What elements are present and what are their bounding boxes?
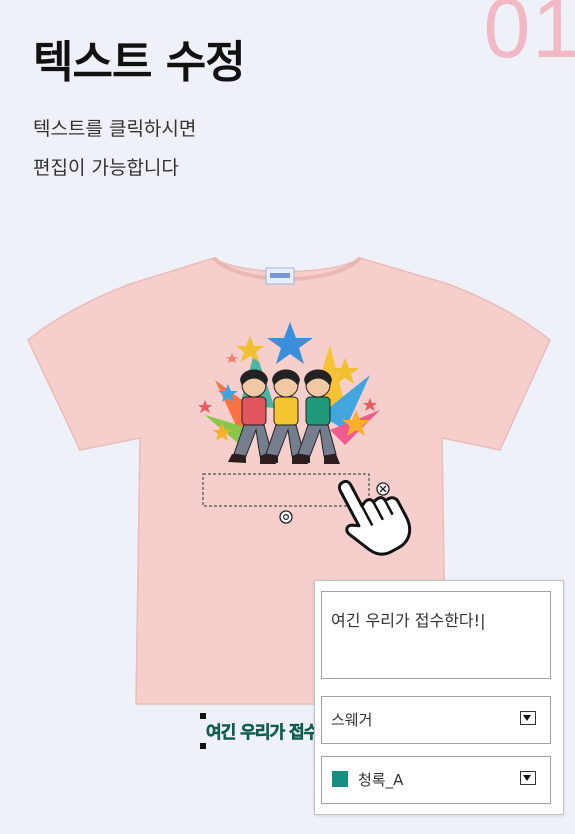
selection-handle-tl[interactable] <box>200 713 206 719</box>
page-title: 텍스트 수정 <box>33 37 246 88</box>
description-line-1: 텍스트를 클릭하시면 <box>33 118 197 140</box>
dropdown-arrow-icon[interactable] <box>520 711 536 725</box>
color-select-value: 청록_A <box>358 771 404 789</box>
text-input-value: 여긴 우리가 접수한다!| <box>331 611 486 630</box>
font-select[interactable]: 스웨거 <box>321 696 551 744</box>
color-swatch <box>332 771 348 787</box>
text-editor-panel: 여긴 우리가 접수한다!| 스웨거 청록_A <box>314 580 564 815</box>
step-number: 01 <box>483 0 575 75</box>
font-select-value: 스웨거 <box>331 711 373 729</box>
dropdown-arrow-icon[interactable] <box>520 771 536 785</box>
text-input[interactable]: 여긴 우리가 접수한다!| <box>321 591 551 679</box>
description: 텍스트를 클릭하시면 편집이 가능합니다 <box>33 110 196 188</box>
selection-handle-bl[interactable] <box>200 743 206 749</box>
color-select[interactable]: 청록_A <box>321 756 551 804</box>
rotate-icon[interactable] <box>279 510 293 524</box>
delete-icon[interactable] <box>376 482 390 496</box>
description-line-2: 편집이 가능합니다 <box>33 157 179 179</box>
